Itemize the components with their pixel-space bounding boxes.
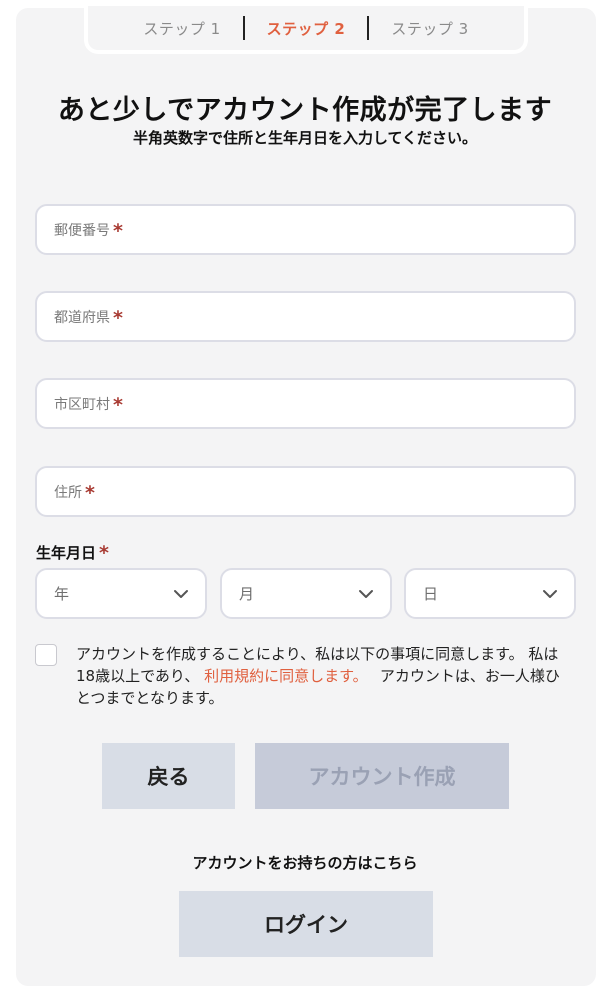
birthdate-label-text: 生年月日: [36, 544, 97, 562]
address-placeholder: 住所: [54, 484, 82, 501]
required-mark: *: [113, 219, 123, 242]
prefecture-field[interactable]: 都道府県 *: [35, 291, 576, 342]
birth-month-select[interactable]: 月: [220, 568, 392, 619]
birth-day-value: 日: [423, 585, 439, 603]
create-account-button[interactable]: アカウント作成: [255, 743, 509, 809]
chevron-down-icon: [543, 589, 557, 598]
required-mark: *: [113, 393, 123, 416]
required-mark: *: [85, 481, 95, 504]
address-field[interactable]: 住所 *: [35, 466, 576, 517]
step-indicator: ステップ 1 ステップ 2 ステップ 3: [84, 6, 528, 54]
page-title: あと少しでアカウント作成が完了します: [57, 95, 553, 126]
step-2-current: ステップ 2: [266, 19, 346, 38]
terms-link[interactable]: 利用規約に同意します。: [204, 667, 360, 685]
required-mark: *: [99, 542, 109, 564]
required-mark: *: [113, 306, 123, 329]
birth-month-value: 月: [239, 585, 255, 603]
consent-checkbox[interactable]: [35, 644, 57, 666]
birth-year-select[interactable]: 年: [35, 568, 207, 619]
postal-code-placeholder: 郵便番号: [54, 222, 110, 239]
birth-year-value: 年: [54, 585, 70, 603]
chevron-down-icon: [359, 589, 373, 598]
city-placeholder: 市区町村: [54, 396, 110, 413]
postal-code-field[interactable]: 郵便番号 *: [35, 204, 576, 255]
back-button[interactable]: 戻る: [102, 743, 235, 809]
login-button[interactable]: ログイン: [179, 891, 433, 957]
city-field[interactable]: 市区町村 *: [35, 378, 576, 429]
step-1: ステップ 1: [143, 19, 221, 38]
prefecture-placeholder: 都道府県: [54, 309, 110, 326]
birthdate-label: 生年月日 *: [36, 541, 109, 564]
chevron-down-icon: [174, 589, 188, 598]
page-subtitle: 半角英数字で住所と生年月日を入力してください。: [132, 129, 478, 147]
login-prompt: アカウントをお持ちの方はこちら: [192, 854, 418, 872]
birth-day-select[interactable]: 日: [404, 568, 576, 619]
consent-text: アカウントを作成することにより、私は以下の事項に同意します。 私は18歳以上であ…: [76, 643, 568, 709]
step-3: ステップ 3: [391, 19, 469, 38]
